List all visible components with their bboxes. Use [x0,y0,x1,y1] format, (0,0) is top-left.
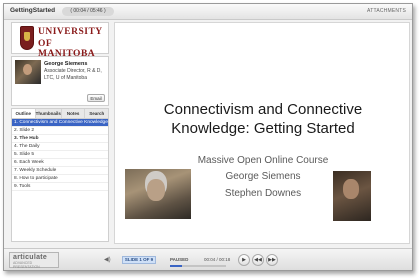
brand-name: articulate [13,254,48,261]
slide-canvas: Connectivism and Connective Knowledge: G… [114,22,410,244]
tab-outline[interactable]: Outline [12,109,36,118]
photo-george-siemens [125,169,191,219]
outline-item[interactable]: 6. Each Week [12,159,108,167]
outline-item[interactable]: 1. Connectivism and Connective Knowledge [12,119,108,127]
seek-bar[interactable] [170,265,226,267]
brand-subtitle: ADVANCED PRESENTATION [13,261,40,269]
presenter-avatar [15,60,41,84]
slide-title: Connectivism and Connective Knowledge: G… [125,100,401,138]
presentation-title: GettingStarted [10,7,56,14]
slide-subtitle-course: Massive Open Online Course [197,155,329,166]
outline-item[interactable]: 2. Slide 2 [12,127,108,135]
sidebar-tabs: Outline Thumbnails Notes Search [11,108,109,118]
outline-item[interactable]: 9. Tools [12,183,108,191]
photo-stephen-downes [333,171,371,221]
play-icon[interactable]: ▶ [238,254,250,266]
tab-thumbnails[interactable]: Thumbnails [36,109,62,118]
attachments-button[interactable]: ATTACHMENTS [367,8,406,14]
logo-text-line1: UNIVERSITY [38,27,103,37]
tab-notes[interactable]: Notes [62,109,86,118]
university-logo: UNIVERSITY OF MANITOBA [11,22,109,59]
outline-list: 1. Connectivism and Connective Knowledge… [11,118,109,242]
outline-item[interactable]: 5. Slide 5 [12,151,108,159]
time-display: ( 00:04 / 05:46 ) [62,7,114,16]
player-window: GettingStarted ( 00:04 / 05:46 ) ATTACHM… [3,3,413,271]
outline-item[interactable]: 8. How to participate [12,175,108,183]
slide-counter: SLIDE 1 OF 9 [122,256,156,264]
player-controls: articulate ADVANCED PRESENTATION ◀) SLID… [4,248,412,270]
outline-item[interactable]: 3. The Hub [12,135,108,143]
slide-title-line2: Knowledge: Getting Started [171,120,355,137]
speaker-icon[interactable]: ◀) [104,256,111,263]
outline-item[interactable]: 7. Weekly Schedule [12,167,108,175]
playback-status: PAUSED [170,257,189,262]
presenter-name: George Siemens [44,61,88,67]
tab-search[interactable]: Search [85,109,108,118]
email-button[interactable]: Email [87,94,105,102]
outline-item[interactable]: 4. The Daily [12,143,108,151]
presenter-role: Associate Director, R & D, LTC, U of Man… [44,68,102,81]
sidebar: UNIVERSITY OF MANITOBA George Siemens As… [9,22,111,244]
top-bar: GettingStarted ( 00:04 / 05:46 ) ATTACHM… [4,4,412,20]
slide-title-line1: Connectivism and Connective [163,101,363,118]
playback-time: 00:04 / 00:18 [204,257,231,262]
crest-icon [20,26,34,50]
next-icon[interactable]: ▶▶ [266,254,278,266]
seek-fill [170,265,183,267]
previous-icon[interactable]: ◀◀ [252,254,264,266]
articulate-logo: articulate ADVANCED PRESENTATION [9,252,59,269]
presenter-panel: George Siemens Associate Director, R & D… [11,56,109,106]
